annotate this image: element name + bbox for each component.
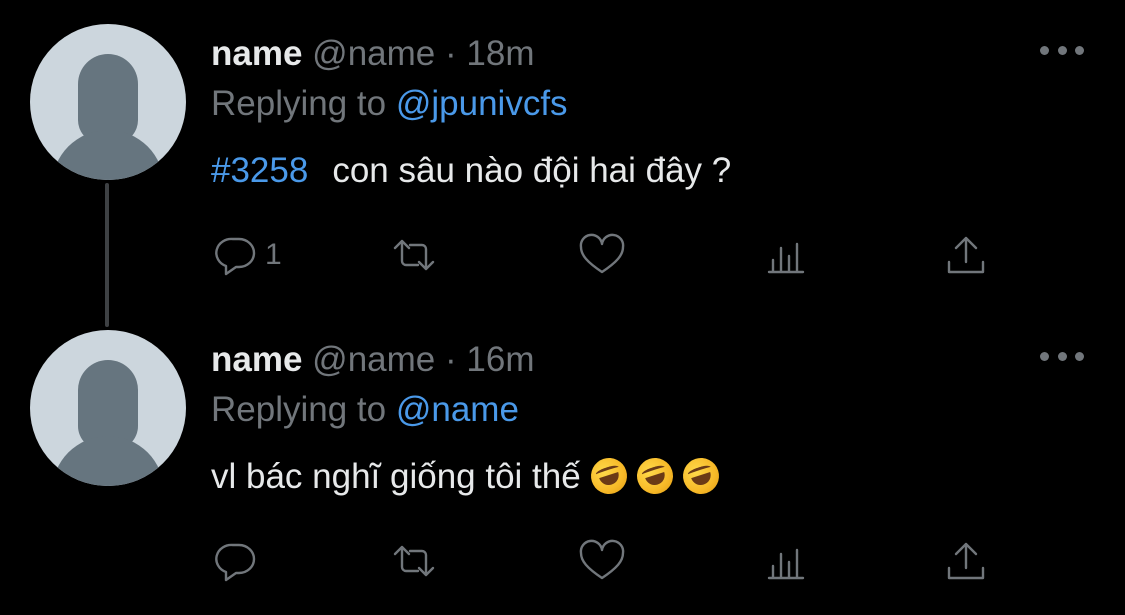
more-icon[interactable] bbox=[1040, 38, 1084, 62]
retweet-icon bbox=[393, 239, 435, 271]
separator-dot: · bbox=[445, 34, 457, 73]
rolling-laughing-emoji-icon bbox=[678, 453, 724, 499]
tweet[interactable]: name @name · 18m Replying to @jpunivcfs … bbox=[0, 0, 1125, 306]
retweet-icon bbox=[393, 545, 435, 577]
hashtag-link[interactable]: #3258 bbox=[211, 151, 308, 190]
avatar-body-shape bbox=[52, 130, 164, 180]
analytics-button[interactable] bbox=[761, 536, 811, 586]
replying-to: Replying to @jpunivcfs bbox=[211, 84, 568, 124]
replying-prefix: Replying to bbox=[211, 84, 387, 123]
tweet-text: #3258 con sâu nào đội hai đây ? bbox=[211, 150, 731, 192]
like-button[interactable] bbox=[577, 230, 627, 280]
tweet-header: name @name · 18m bbox=[211, 34, 534, 74]
replying-to: Replying to @name bbox=[211, 390, 519, 430]
user-handle[interactable]: @name bbox=[312, 34, 435, 73]
like-icon bbox=[579, 539, 625, 580]
analytics-button[interactable] bbox=[761, 230, 811, 280]
rolling-laughing-emoji-icon bbox=[586, 453, 632, 499]
avatar-body-shape bbox=[52, 436, 164, 486]
reply-count: 1 bbox=[265, 238, 282, 271]
share-icon bbox=[947, 236, 985, 274]
tweet[interactable]: name @name · 16m Replying to @name vl bá… bbox=[0, 306, 1125, 615]
share-button[interactable] bbox=[941, 536, 991, 586]
timestamp[interactable]: 18m bbox=[466, 34, 534, 73]
timestamp[interactable]: 16m bbox=[466, 340, 534, 379]
more-icon[interactable] bbox=[1040, 344, 1084, 368]
analytics-icon bbox=[767, 242, 805, 274]
replying-mention-link[interactable]: @name bbox=[396, 390, 519, 429]
user-handle[interactable]: @name bbox=[312, 340, 435, 379]
share-button[interactable] bbox=[941, 230, 991, 280]
tweet-actions bbox=[211, 536, 1011, 586]
retweet-button[interactable] bbox=[389, 536, 439, 586]
avatar[interactable] bbox=[30, 330, 186, 486]
rolling-laughing-emoji-icon bbox=[632, 453, 678, 499]
tweet-actions: 1 bbox=[211, 230, 1011, 280]
like-icon bbox=[579, 233, 625, 274]
replying-mention-link[interactable]: @jpunivcfs bbox=[396, 84, 568, 123]
share-icon bbox=[947, 542, 985, 580]
tweet-body-text: con sâu nào đội hai đây ? bbox=[332, 151, 732, 190]
reply-button[interactable] bbox=[211, 536, 261, 586]
tweet-header: name @name · 16m bbox=[211, 340, 534, 380]
reply-icon bbox=[215, 543, 256, 582]
separator-dot: · bbox=[445, 340, 457, 379]
analytics-icon bbox=[767, 548, 805, 580]
reply-icon bbox=[215, 237, 256, 276]
reply-button[interactable]: 1 bbox=[211, 230, 282, 280]
like-button[interactable] bbox=[577, 536, 627, 586]
tweet-body-text: vl bác nghĩ giống tôi thế bbox=[211, 457, 581, 496]
avatar[interactable] bbox=[30, 24, 186, 180]
retweet-button[interactable] bbox=[389, 230, 439, 280]
tweet-text: vl bác nghĩ giống tôi thế bbox=[211, 453, 724, 499]
replying-prefix: Replying to bbox=[211, 390, 387, 429]
display-name[interactable]: name bbox=[211, 34, 302, 73]
display-name[interactable]: name bbox=[211, 340, 302, 379]
